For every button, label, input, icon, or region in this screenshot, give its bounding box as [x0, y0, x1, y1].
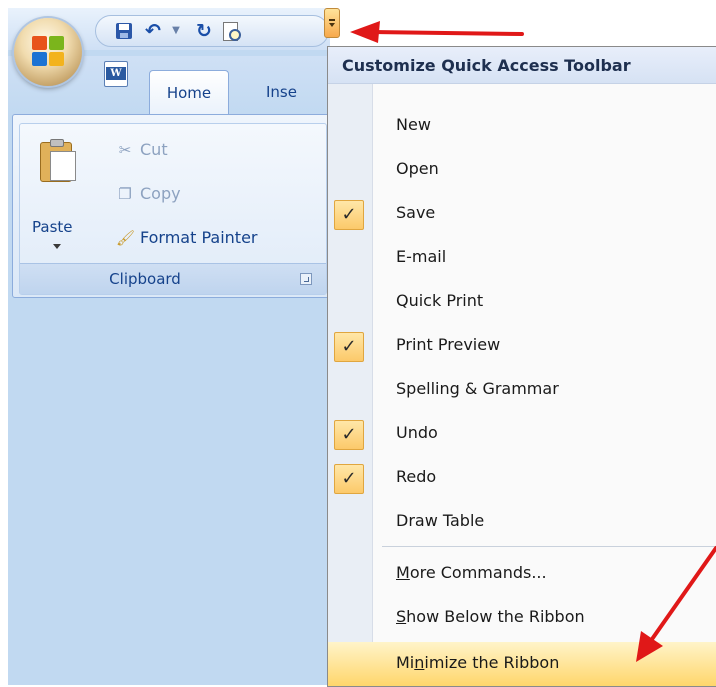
- tab-home[interactable]: Home: [149, 70, 229, 115]
- redo-icon[interactable]: ↻: [194, 21, 214, 41]
- copy-button[interactable]: ❐ Copy: [116, 182, 181, 206]
- checkmark-icon: ✓: [334, 332, 364, 362]
- checkmark-icon: ✓: [334, 200, 364, 230]
- office-logo-icon: [32, 36, 66, 68]
- menu-item-redo[interactable]: ✓ Redo: [328, 456, 716, 500]
- menu-item-print-preview[interactable]: ✓ Print Preview: [328, 324, 716, 368]
- paste-button[interactable]: Paste: [26, 136, 92, 256]
- undo-dropdown-arrow-icon[interactable]: ▼: [166, 21, 186, 41]
- menu-separator: [382, 546, 716, 547]
- menu-item-label: Redo: [396, 467, 437, 486]
- customize-dropdown-icon: [329, 23, 335, 27]
- menu-item-show-below-ribbon[interactable]: Show Below the Ribbon: [328, 596, 716, 640]
- menu-item-label: More Commands...: [396, 563, 547, 582]
- cut-button[interactable]: ✂ Cut: [116, 138, 168, 162]
- clipboard-group-label: Clipboard: [109, 270, 181, 288]
- menu-item-new[interactable]: New: [328, 104, 716, 148]
- dialog-launcher-icon[interactable]: [300, 273, 312, 285]
- word-document-icon: W: [104, 61, 128, 87]
- menu-item-label: Draw Table: [396, 511, 485, 530]
- customize-quick-access-toolbar-button[interactable]: [324, 8, 340, 38]
- undo-icon[interactable]: ↶: [143, 21, 163, 41]
- menu-title: Customize Quick Access Toolbar: [342, 56, 631, 75]
- menu-item-open[interactable]: Open: [328, 148, 716, 192]
- paintbrush-icon: 🖌: [116, 229, 136, 247]
- menu-item-save[interactable]: ✓ Save: [328, 192, 716, 236]
- clipboard-group: Paste ✂ Cut ❐ Copy 🖌 Format Painter Clipboa…: [19, 123, 327, 295]
- format-painter-label: Format Painter: [140, 228, 258, 247]
- menu-item-quick-print[interactable]: Quick Print: [328, 280, 716, 324]
- copy-icon: ❐: [118, 185, 132, 203]
- menu-item-more-commands[interactable]: More Commands...: [328, 552, 716, 596]
- menu-item-minimize-ribbon[interactable]: Minimize the Ribbon: [328, 642, 716, 686]
- format-painter-button[interactable]: 🖌 Format Painter: [116, 226, 257, 250]
- menu-item-label: E-mail: [396, 247, 447, 266]
- menu-item-email[interactable]: E-mail: [328, 236, 716, 280]
- tab-insert[interactable]: Inse: [256, 70, 307, 114]
- menu-item-label: New: [396, 115, 431, 134]
- scissors-icon: ✂: [118, 141, 132, 159]
- menu-item-label: Minimize the Ribbon: [396, 653, 560, 672]
- paste-dropdown-arrow-icon[interactable]: [53, 244, 61, 249]
- cut-label: Cut: [140, 140, 168, 159]
- customize-qat-menu: Customize Quick Access Toolbar New Open …: [327, 46, 716, 687]
- customize-dash-icon: [329, 19, 335, 21]
- print-preview-icon[interactable]: [220, 21, 241, 41]
- menu-item-draw-table[interactable]: Draw Table: [328, 500, 716, 544]
- word-application-window: ↶ ▼ ↻ W Home Inse Paste ✂ Cut ❐ Copy 🖌 Form…: [8, 8, 332, 685]
- office-button[interactable]: [14, 18, 82, 86]
- clipboard-group-footer: Clipboard: [20, 263, 326, 294]
- checkmark-icon: ✓: [334, 420, 364, 450]
- copy-label: Copy: [140, 184, 181, 203]
- menu-item-label: Quick Print: [396, 291, 484, 310]
- ribbon-panel: Paste ✂ Cut ❐ Copy 🖌 Format Painter Clipboa…: [12, 114, 332, 298]
- save-icon[interactable]: [114, 21, 134, 41]
- menu-item-label: Print Preview: [396, 335, 501, 354]
- paste-label: Paste: [32, 218, 73, 236]
- annotation-arrow-top-icon: [350, 21, 524, 43]
- menu-header: Customize Quick Access Toolbar: [328, 47, 716, 84]
- menu-item-spelling-grammar[interactable]: Spelling & Grammar: [328, 368, 716, 412]
- menu-item-label: Open: [396, 159, 439, 178]
- menu-item-label: Spelling & Grammar: [396, 379, 559, 398]
- paste-clipboard-icon: [40, 139, 76, 182]
- menu-item-label: Save: [396, 203, 436, 222]
- menu-item-label: Show Below the Ribbon: [396, 607, 585, 626]
- checkmark-icon: ✓: [334, 464, 364, 494]
- quick-access-toolbar: ↶ ▼ ↻: [95, 15, 329, 47]
- menu-item-undo[interactable]: ✓ Undo: [328, 412, 716, 456]
- menu-item-label: Undo: [396, 423, 438, 442]
